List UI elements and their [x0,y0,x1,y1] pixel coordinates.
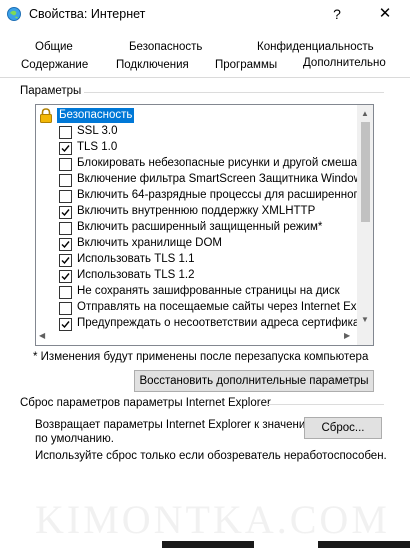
tab-advanced[interactable]: Дополнительно [303,57,386,69]
setting-item-label: Включить расширенный защищенный режим* [77,221,323,233]
check-icon [61,321,70,329]
ok-button[interactable] [162,541,254,548]
setting-item[interactable]: Использовать TLS 1.1 [36,252,354,268]
help-button[interactable]: ? [322,2,352,26]
settings-group-divider [84,92,384,93]
tab-connections[interactable]: Подключения [116,59,189,71]
scroll-up-arrow-icon[interactable]: ▲ [361,109,369,118]
check-icon [61,241,70,249]
lock-icon [40,108,52,123]
setting-item[interactable]: Включение фильтра SmartScreen Защитника … [36,172,368,188]
title-bar: Свойства: Интернет ? ✕ [0,0,410,30]
checkbox-unchecked[interactable] [59,190,72,203]
setting-item-label: Включить 64-разрядные процессы для расши… [77,189,364,201]
setting-item-label: TLS 1.0 [77,141,118,153]
setting-item-label: Использовать TLS 1.2 [77,269,195,281]
checkbox-unchecked[interactable] [59,174,72,187]
setting-item[interactable]: Включить внутреннюю поддержку XMLHTTP [36,204,354,220]
check-icon [61,257,70,265]
tree-header-label: Безопасность [57,108,135,123]
tab-panel-border [0,77,410,78]
setting-item-label: Предупреждать о несоответствии адреса се… [77,317,365,329]
reset-description-line1: Возвращает параметры Internet Explorer к… [35,419,320,431]
reset-group-label: Сброс параметров параметры Internet Expl… [20,397,271,409]
checkbox-unchecked[interactable] [59,222,72,235]
restore-advanced-button[interactable]: Восстановить дополнительные параметры [134,370,374,392]
tab-general[interactable]: Общие [35,41,73,53]
tab-security[interactable]: Безопасность [129,41,202,53]
checkbox-unchecked[interactable] [59,126,72,139]
internet-options-icon [7,7,21,21]
setting-item[interactable]: Включить хранилище DOM [36,236,354,252]
setting-item[interactable]: Включить расширенный защищенный режим* [36,220,354,236]
setting-item-label: Отправлять на посещаемые сайты через Int… [77,301,374,313]
reset-description-line2: по умолчанию. [35,433,114,445]
checkbox-checked[interactable] [59,142,72,155]
tree-header-security[interactable]: Безопасность [36,108,354,124]
setting-item-label: Включить хранилище DOM [77,237,222,249]
setting-item-label: Не сохранять зашифрованные страницы на д… [77,285,340,297]
setting-item-label: Включение фильтра SmartScreen Защитника … [77,173,368,185]
checkbox-checked[interactable] [59,206,72,219]
checkbox-unchecked[interactable] [59,158,72,171]
settings-tree[interactable]: Безопасность SSL 3.0 TLS 1.0 Блокировать н… [35,104,374,346]
setting-item-label: Блокировать небезопасные рисунки и друго… [77,157,370,169]
scroll-down-arrow-icon[interactable]: ▼ [361,315,369,324]
checkbox-checked[interactable] [59,254,72,267]
setting-item-label: Использовать TLS 1.1 [77,253,195,265]
tab-programs[interactable]: Программы [215,59,277,71]
scroll-right-arrow-icon[interactable]: ▶ [344,331,350,340]
checkbox-checked[interactable] [59,270,72,283]
setting-item-label: SSL 3.0 [77,125,118,137]
close-button[interactable]: ✕ [366,2,404,26]
setting-item[interactable]: Включить 64-разрядные процессы для расши… [36,188,364,204]
scroll-thumb[interactable] [361,122,370,222]
check-icon [61,209,70,217]
setting-item[interactable]: Отправлять на посещаемые сайты через Int… [36,300,373,316]
checkbox-unchecked[interactable] [59,302,72,315]
setting-item[interactable]: Предупреждать о несоответствии адреса се… [36,316,364,332]
checkbox-checked[interactable] [59,238,72,251]
watermark: KIMONTKA.COM [35,497,390,542]
reset-warning: Используйте сброс только если обозревате… [35,450,387,462]
vertical-scrollbar[interactable]: ▲ ▼ [357,105,373,345]
setting-item[interactable]: Не сохранять зашифрованные страницы на д… [36,284,354,300]
check-icon [61,145,70,153]
setting-item[interactable]: SSL 3.0 [36,124,354,140]
setting-item-label: Включить внутреннюю поддержку XMLHTTP [77,205,316,217]
restart-note: * Изменения будут применены после переза… [33,351,369,363]
tab-privacy[interactable]: Конфиденциальность [257,41,374,53]
window-title: Свойства: Интернет [29,7,146,21]
check-icon [61,273,70,281]
setting-item[interactable]: Блокировать небезопасные рисунки и друго… [36,156,370,172]
tab-content[interactable]: Содержание [21,59,88,71]
reset-button[interactable]: Сброс... [304,417,382,439]
apply-button[interactable] [318,541,410,548]
reset-group-divider [263,404,384,405]
checkbox-checked[interactable] [59,318,72,331]
setting-item[interactable]: TLS 1.0 [36,140,354,156]
setting-item[interactable]: Использовать TLS 1.2 [36,268,354,284]
settings-group-label: Параметры [20,85,82,97]
checkbox-unchecked[interactable] [59,286,72,299]
scroll-left-arrow-icon[interactable]: ◀ [39,331,45,340]
